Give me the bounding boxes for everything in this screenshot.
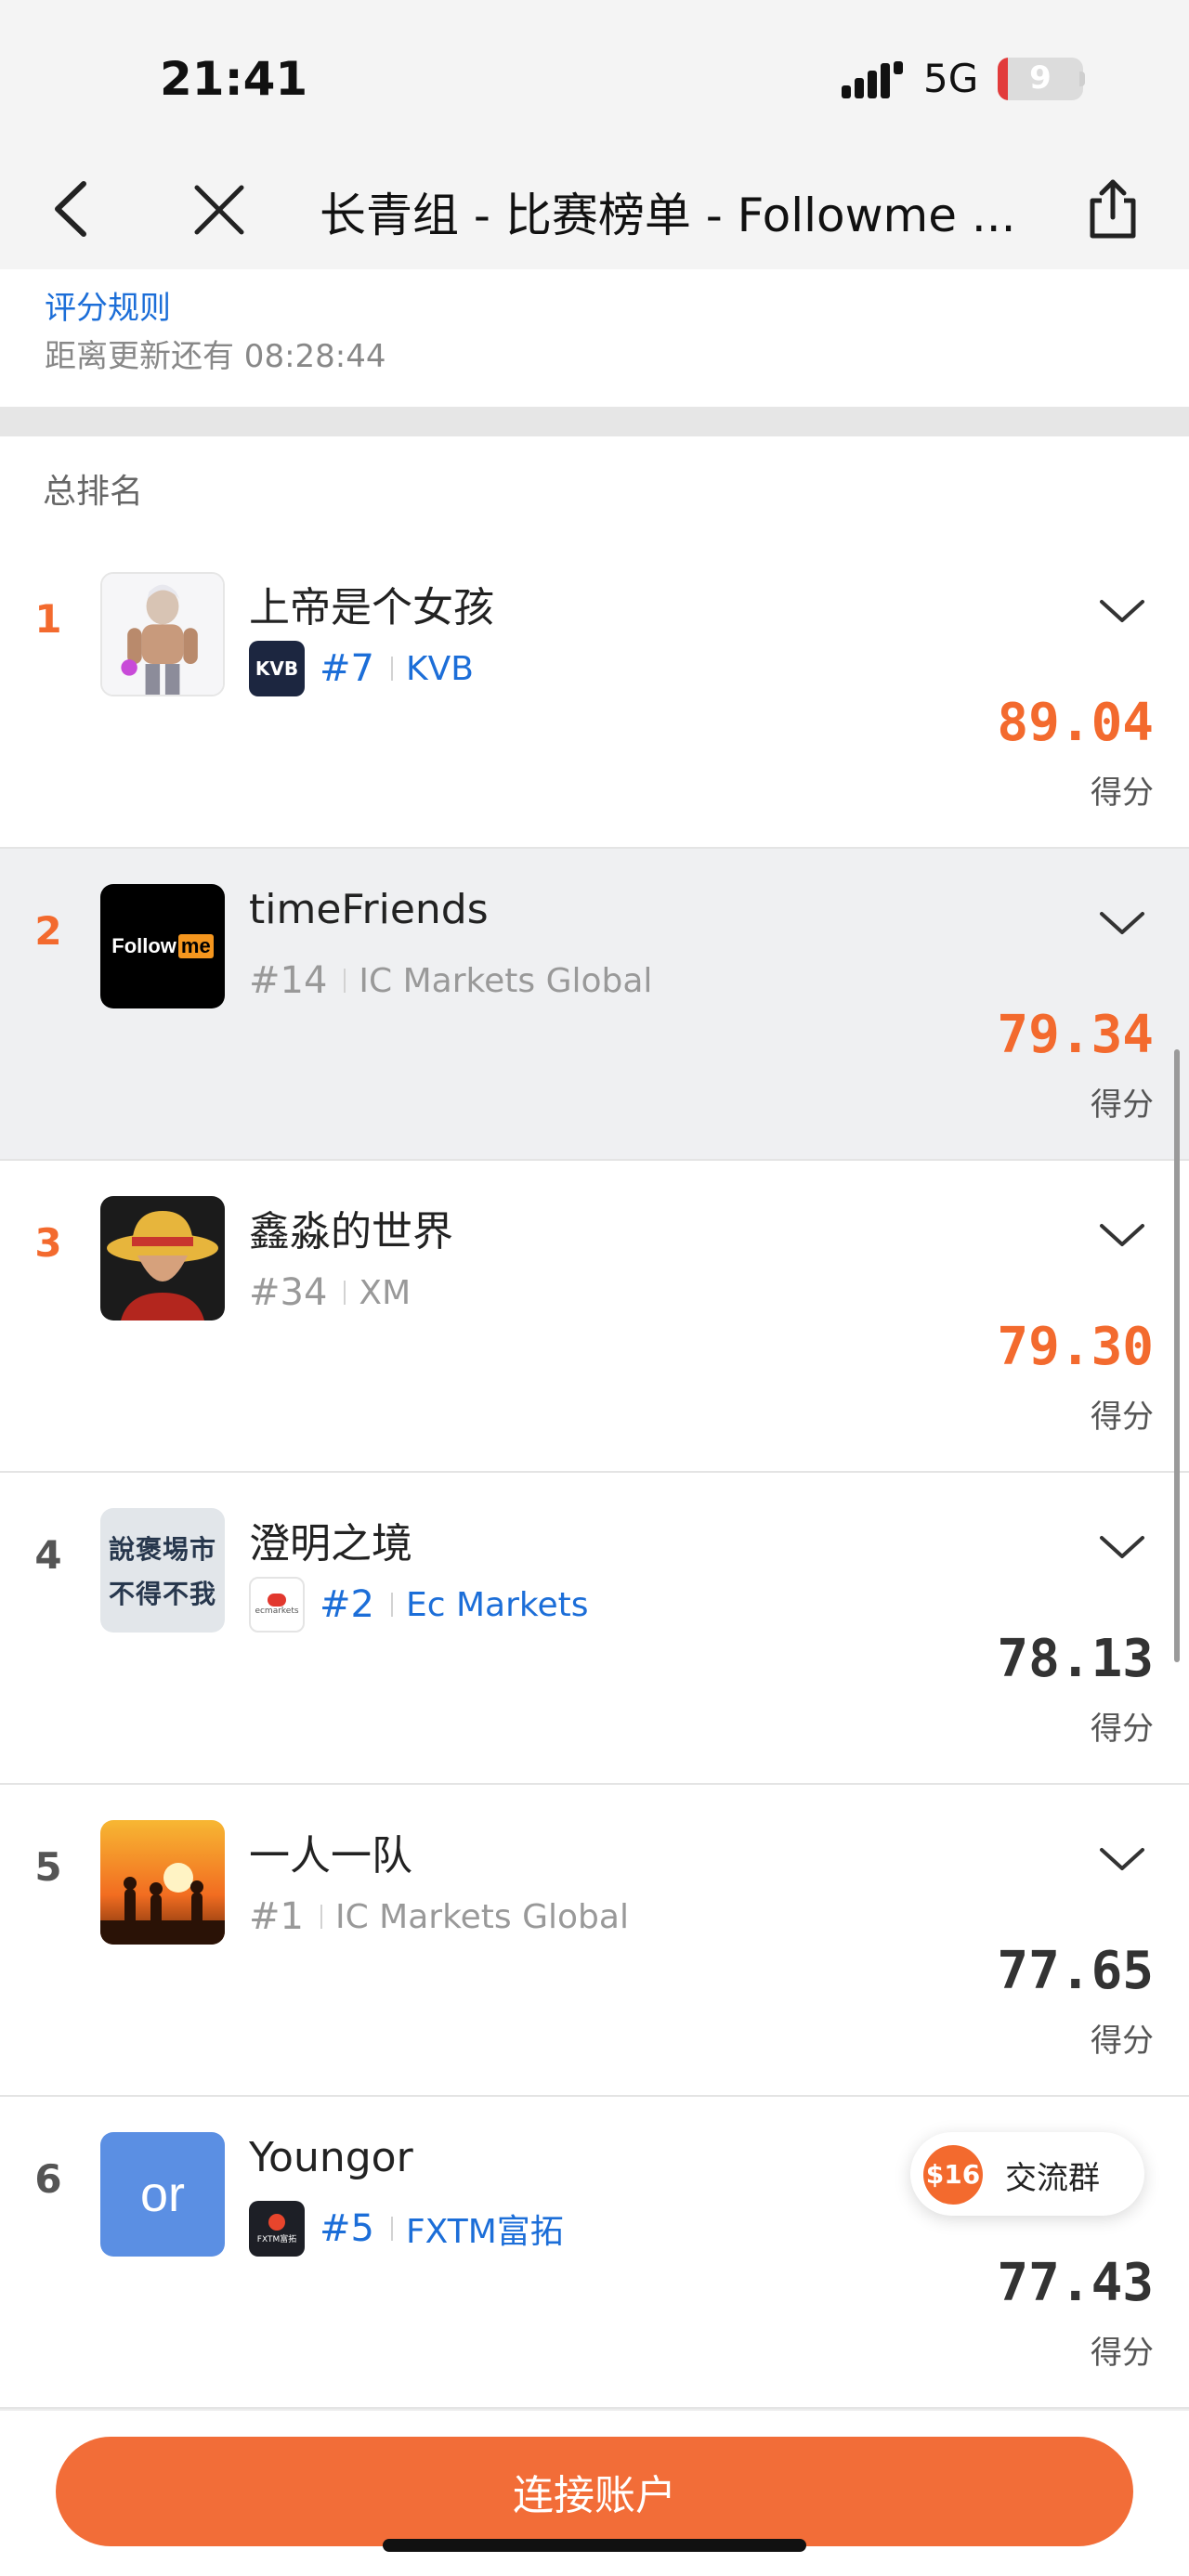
signal-icon bbox=[842, 61, 903, 98]
broker-name[interactable]: Ec Markets bbox=[406, 1586, 589, 1624]
account-number: #14 bbox=[249, 959, 328, 1002]
rules-link[interactable]: 评分规则 bbox=[45, 282, 171, 328]
broker-logo: FXTM富拓 bbox=[249, 2201, 305, 2257]
separator bbox=[344, 1281, 346, 1305]
account-info: #34 XM bbox=[249, 1265, 411, 1321]
separator bbox=[390, 1593, 393, 1617]
back-icon[interactable] bbox=[46, 176, 98, 241]
score-label: 得分 bbox=[1091, 1086, 1154, 1124]
avatar: or bbox=[100, 2132, 225, 2257]
score-value: 78.13 bbox=[997, 1629, 1154, 1689]
ranking-row[interactable]: 4 說褒埸市 不得不我 澄明之境 ecmarkets #2 Ec Markets… bbox=[0, 1473, 1189, 1785]
separator bbox=[390, 657, 393, 681]
account-number: #2 bbox=[320, 1583, 374, 1626]
score-label: 得分 bbox=[1091, 1399, 1154, 1436]
rank-number: 5 bbox=[34, 1844, 62, 1890]
score-value: 79.30 bbox=[997, 1317, 1154, 1377]
ranking-row[interactable]: 5 一人一队 #1 IC Markets Global 77.65 得分 bbox=[0, 1785, 1189, 2097]
rank-number: 6 bbox=[34, 2156, 62, 2202]
battery-icon: 9 bbox=[998, 58, 1083, 100]
account-info: #14 IC Markets Global bbox=[249, 953, 652, 1008]
broker-logo-text: KVB bbox=[255, 657, 299, 680]
status-time: 21:41 bbox=[160, 52, 308, 106]
avatar-calligraphy: 說褒埸市 bbox=[108, 1534, 216, 1565]
score-value: 77.43 bbox=[997, 2253, 1154, 2313]
chevron-down-icon[interactable] bbox=[1096, 1216, 1148, 1254]
account-info: #1 IC Markets Global bbox=[249, 1889, 629, 1945]
fxtm-logo-mark bbox=[268, 2213, 285, 2231]
separator bbox=[320, 1905, 322, 1929]
chat-group-button[interactable]: $16 交流群 bbox=[910, 2132, 1144, 2216]
battery-tip bbox=[1079, 72, 1085, 86]
ec-markets-logo-mark bbox=[268, 1594, 286, 1607]
account-number: #34 bbox=[249, 1271, 328, 1314]
score-value: 79.34 bbox=[997, 1005, 1154, 1065]
trader-name: 鑫淼的世界 bbox=[249, 1208, 453, 1255]
rank-number: 4 bbox=[34, 1532, 62, 1578]
trader-name: 上帝是个女孩 bbox=[249, 584, 494, 631]
score-label: 得分 bbox=[1091, 774, 1154, 812]
account-number: #1 bbox=[249, 1895, 304, 1938]
trader-name: timeFriends bbox=[249, 886, 489, 933]
broker-logo: ecmarkets bbox=[249, 1577, 305, 1633]
rank-number: 3 bbox=[34, 1220, 62, 1266]
account-number: #7 bbox=[320, 647, 374, 690]
avatar bbox=[100, 572, 225, 696]
ranking-row[interactable]: 1 上帝是个女孩 KVB #7 KVB 89.04 得分 bbox=[0, 537, 1189, 849]
avatar bbox=[100, 1820, 225, 1945]
avatar-initials: or bbox=[139, 2166, 185, 2222]
rank-number: 1 bbox=[34, 596, 62, 642]
section-divider bbox=[0, 407, 1189, 436]
chevron-down-icon[interactable] bbox=[1096, 592, 1148, 630]
score-label: 得分 bbox=[1091, 2335, 1154, 2372]
network-type: 5G bbox=[923, 56, 979, 101]
ranking-row[interactable]: 3 鑫淼的世界 #34 XM 79.30 得分 bbox=[0, 1161, 1189, 1473]
chat-badge: $16 bbox=[923, 2145, 983, 2205]
avatar-calligraphy: 不得不我 bbox=[108, 1579, 216, 1609]
score-label: 得分 bbox=[1091, 1711, 1154, 1748]
ranking-row[interactable]: 2 Follow me timeFriends #14 IC Markets G… bbox=[0, 849, 1189, 1161]
score-label: 得分 bbox=[1091, 2023, 1154, 2060]
avatar: Follow me bbox=[100, 884, 225, 1008]
trader-name: 一人一队 bbox=[249, 1832, 412, 1880]
update-countdown: 距离更新还有 08:28:44 bbox=[45, 338, 386, 375]
account-info: KVB #7 KVB bbox=[249, 641, 474, 696]
trader-name: Youngor bbox=[249, 2134, 413, 2181]
account-number: #5 bbox=[320, 2207, 374, 2250]
broker-logo: KVB bbox=[249, 641, 305, 696]
avatar-text: Follow bbox=[111, 934, 176, 957]
section-title: 总排名 bbox=[43, 473, 144, 511]
trader-name: 澄明之境 bbox=[249, 1520, 412, 1568]
broker-logo-text: ecmarkets bbox=[255, 1607, 299, 1616]
chevron-down-icon[interactable] bbox=[1096, 1841, 1148, 1878]
separator bbox=[390, 2217, 393, 2241]
home-indicator bbox=[383, 2539, 806, 2552]
broker-name: XM bbox=[359, 1273, 412, 1312]
account-info: ecmarkets #2 Ec Markets bbox=[249, 1577, 588, 1633]
avatar bbox=[100, 1196, 225, 1321]
share-icon[interactable] bbox=[1085, 176, 1141, 241]
close-icon[interactable] bbox=[189, 180, 249, 240]
broker-logo-text: FXTM富拓 bbox=[256, 2234, 297, 2244]
score-value: 89.04 bbox=[997, 693, 1154, 753]
broker-name[interactable]: FXTM富拓 bbox=[406, 2205, 564, 2253]
broker-name: IC Markets Global bbox=[334, 1897, 629, 1936]
account-info: FXTM富拓 #5 FXTM富拓 bbox=[249, 2201, 564, 2257]
chevron-down-icon[interactable] bbox=[1096, 904, 1148, 942]
avatar-text-badge: me bbox=[177, 934, 214, 958]
broker-name: IC Markets Global bbox=[359, 961, 653, 1000]
chevron-down-icon[interactable] bbox=[1096, 1529, 1148, 1566]
rank-number: 2 bbox=[34, 908, 62, 954]
score-value: 77.65 bbox=[997, 1941, 1154, 2001]
separator bbox=[344, 969, 346, 993]
top-bar: 21:41 5G 9 长青组 - 比赛榜单 - Followme ... bbox=[0, 0, 1189, 269]
chat-label: 交流群 bbox=[1005, 2160, 1100, 2197]
avatar: 說褒埸市 不得不我 bbox=[100, 1508, 225, 1633]
scrollbar[interactable] bbox=[1174, 1049, 1180, 1662]
page-title: 长青组 - 比赛榜单 - Followme ... bbox=[320, 189, 1016, 242]
broker-name[interactable]: KVB bbox=[406, 650, 474, 688]
connect-account-button[interactable]: 连接账户 bbox=[56, 2437, 1133, 2546]
battery-percent: 9 bbox=[1029, 59, 1052, 97]
